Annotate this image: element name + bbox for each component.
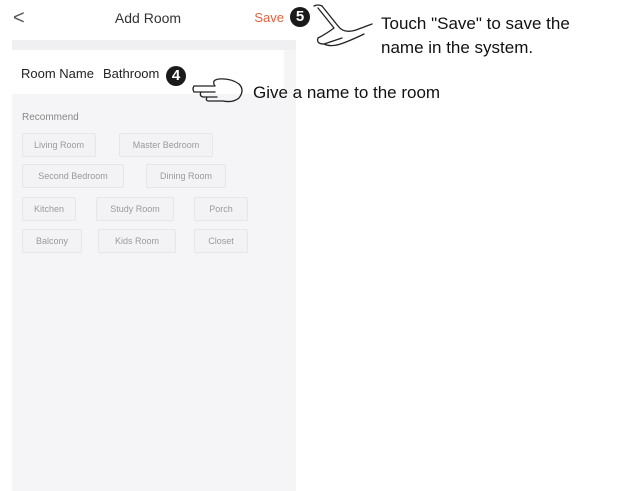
pointing-hand-icon [313,4,373,47]
chip-living-room[interactable]: Living Room [22,133,96,157]
chip-balcony[interactable]: Balcony [22,229,82,253]
chip-porch[interactable]: Porch [194,197,248,221]
phone-screen: < Add Room Save Room Name Bathroom Recom… [0,0,296,491]
chip-kitchen[interactable]: Kitchen [22,197,76,221]
recommend-label: Recommend [22,112,79,123]
step-4-badge: 4 [166,66,186,86]
chip-master-bedroom[interactable]: Master Bedroom [119,133,213,157]
save-button[interactable]: Save [254,10,284,25]
step-5-text-line1: Touch "Save" to save the [381,14,570,33]
nav-bar: < Add Room Save [0,0,296,40]
page-title: Add Room [114,10,182,26]
chip-kids-room[interactable]: Kids Room [98,229,176,253]
separator [12,40,296,50]
chip-study-room[interactable]: Study Room [96,197,174,221]
step-4-text: Give a name to the room [253,83,441,102]
step-5-badge: 5 [290,7,310,27]
chip-second-bedroom[interactable]: Second Bedroom [22,164,124,188]
pointing-hand-icon [192,78,243,103]
step-5-text-line2: name in the system. [381,38,534,57]
room-name-input[interactable]: Bathroom [103,66,159,81]
chip-dining-room[interactable]: Dining Room [146,164,226,188]
room-name-label: Room Name [21,66,94,81]
chip-closet[interactable]: Closet [194,229,248,253]
content-area [12,40,296,491]
